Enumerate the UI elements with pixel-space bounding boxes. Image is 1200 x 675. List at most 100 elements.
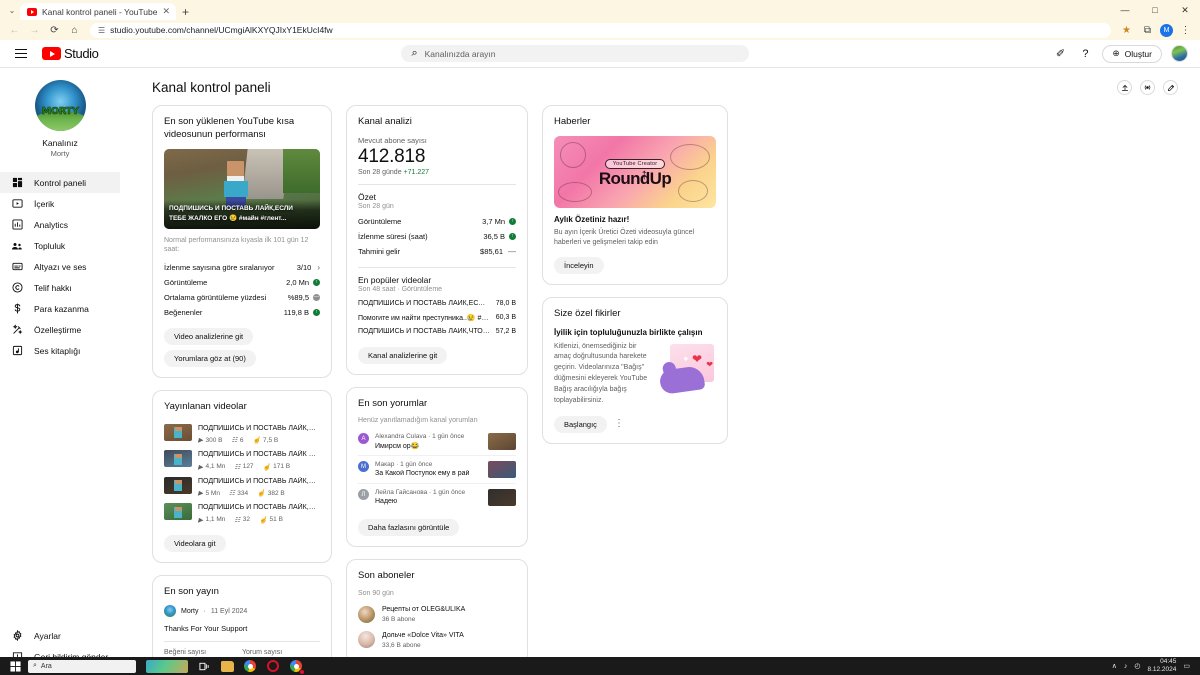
create-post-icon[interactable]: [1163, 80, 1178, 95]
search-input[interactable]: ⌕ Kanalınızda arayın: [401, 45, 750, 62]
reload-icon[interactable]: ⟳: [46, 22, 63, 39]
chrome-studio-icon[interactable]: [287, 659, 305, 675]
news-card: Haberler YouTube Creator RoundUp ↑ Aylık…: [542, 105, 728, 285]
video-views: ▶ 300 B: [198, 436, 223, 445]
comment-video-thumbnail[interactable]: [488, 433, 516, 451]
subscriber-label: Mevcut abone sayısı: [358, 135, 427, 145]
post-likes-label: Beğeni sayısı: [164, 649, 207, 657]
browser-tab[interactable]: Kanal kontrol paneli - YouTube ✕: [20, 3, 177, 20]
perf-stat-row[interactable]: İzlenme sayısına göre sıralanıyor 3/10 ›: [164, 260, 320, 275]
comment-video-thumbnail[interactable]: [488, 489, 516, 507]
sidebar-item-content[interactable]: İçerik: [0, 193, 120, 214]
back-icon[interactable]: ←: [6, 22, 23, 39]
go-live-icon[interactable]: [1140, 80, 1155, 95]
dashboard-icon: [10, 176, 24, 190]
volume-icon[interactable]: ♪: [1124, 663, 1128, 670]
comment-item[interactable]: M Макар · 1 gün önce За Какой Поступок е…: [358, 455, 516, 483]
top-video-row[interactable]: Помогите им найти преступника..😢 #майнкр…: [358, 311, 516, 325]
forward-icon[interactable]: →: [26, 22, 43, 39]
delta-value: +71.227: [403, 168, 430, 176]
sidebar-item-analytics[interactable]: Analytics: [0, 214, 120, 235]
sidebar-item-customization[interactable]: Özelleştirme: [0, 319, 120, 340]
sidebar-item-dashboard[interactable]: Kontrol paneli: [0, 172, 120, 193]
start-button[interactable]: [4, 657, 26, 675]
minimize-button[interactable]: —: [1110, 0, 1140, 20]
sidebar-item-community[interactable]: Topluluk: [0, 235, 120, 256]
subscriber-name: Рецепты от OLEG&ULIKA: [382, 606, 466, 614]
summary-label: Tahmini gelir: [358, 246, 401, 256]
sidebar-item-subtitles[interactable]: Altyazı ve ses: [0, 256, 120, 277]
short-video-thumbnail[interactable]: ПОДПИШИСЬ И ПОСТАВЬ ЛАЙК,ЕСЛИ ТЕБЕ ЖАЛКО…: [164, 148, 320, 229]
create-button[interactable]: ⊕ Oluştur: [1102, 44, 1162, 63]
review-comments-button[interactable]: Yorumlara göz at (90): [164, 349, 256, 367]
close-window-button[interactable]: ✕: [1170, 0, 1200, 20]
go-to-videos-button[interactable]: Videolara git: [164, 534, 226, 552]
network-icon[interactable]: ◴: [1134, 662, 1140, 670]
file-explorer-icon[interactable]: [220, 659, 234, 673]
video-title: ПОДПИШИСЬ И ПОСТАВЬ ЛАЙК,ЧТОБЫ ПО...: [198, 424, 320, 432]
channel-block: MORTY Kanalınız Morty: [0, 78, 120, 172]
go-to-channel-analytics-button[interactable]: Kanal analizlerine git: [358, 346, 448, 364]
hamburger-menu-icon[interactable]: [12, 46, 30, 61]
task-view-icon[interactable]: [197, 659, 211, 673]
account-avatar[interactable]: [1171, 45, 1188, 62]
address-bar[interactable]: ☰ studio.youtube.com/channel/UCmgiAlKXYQ…: [90, 22, 1111, 38]
taskbar-search-input[interactable]: ⌕ Ara: [28, 659, 136, 673]
news-banner-image[interactable]: YouTube Creator RoundUp ↑: [554, 135, 716, 208]
home-icon[interactable]: ⌂: [66, 22, 83, 39]
video-list-item[interactable]: ПОДПИШИСЬ И ПОСТАВЬ ЛАЙК,ЧТОБЫ ПО... ▶30…: [164, 421, 320, 448]
news-review-button[interactable]: İnceleyin: [554, 256, 604, 274]
browser-profile-avatar[interactable]: M: [1160, 23, 1173, 37]
widgets-weather-icon[interactable]: [146, 659, 188, 673]
tab-list-icon[interactable]: ⌄: [4, 2, 20, 18]
get-started-button[interactable]: Başlangıç: [554, 415, 607, 433]
video-list-item[interactable]: ПОДПИШИСЬ И ПОСТАВЬ ЛАЙК,ЧТОБЫ СП... ▶5 …: [164, 474, 320, 501]
video-list-item[interactable]: ПОДПИШИСЬ И ПОСТАВЬ ЛАЙК,ЧТОБЫ ПО... ▶1,…: [164, 500, 320, 527]
video-views: ▶ 5 Mn: [198, 489, 220, 498]
close-tab-icon[interactable]: ✕: [162, 7, 170, 16]
upload-video-icon[interactable]: [1117, 80, 1132, 95]
comment-main: Alexandra Culava · 1 gün önce Имирсм ор😂: [375, 433, 482, 450]
view-more-comments-button[interactable]: Daha fazlasını görüntüle: [358, 519, 460, 537]
subscriber-item[interactable]: Дольче «Dolce Vita» VITA 33,6 B abone: [358, 627, 516, 653]
sidebar-item-settings[interactable]: Ayarlar: [0, 625, 120, 646]
comment-item[interactable]: Л Лейла Гайсанова · 1 gün önce Надею: [358, 483, 516, 511]
site-info-icon[interactable]: ☰: [98, 26, 105, 35]
video-list-item[interactable]: ПОДПИШИСЬ И ПОСТАВЬ ЛАЙК ЧТОБЫ ПО... ▶4,…: [164, 447, 320, 474]
maximize-button[interactable]: □: [1140, 0, 1170, 20]
clock[interactable]: 04:45 8.12.2024: [1147, 658, 1176, 674]
more-options-icon[interactable]: ⋮: [614, 419, 624, 429]
bookmark-star-icon[interactable]: ★: [1118, 22, 1135, 39]
comment-meta: Макар · 1 gün önce: [375, 461, 482, 468]
send-feedback-icon[interactable]: ✐: [1052, 46, 1068, 62]
short-performance-title: En son yüklenen YouTube kısa videosunun …: [164, 116, 295, 140]
sidebar-item-monetization[interactable]: Para kazanma: [0, 298, 120, 319]
chrome-icon[interactable]: [241, 659, 259, 675]
browser-menu-icon[interactable]: ⋮: [1177, 22, 1194, 39]
comment-item[interactable]: A Alexandra Culava · 1 gün önce Имирсм о…: [358, 428, 516, 455]
customization-icon: [10, 323, 24, 337]
subscriber-item[interactable]: Рецепты от OLEG&ULIKA 36 B abone: [358, 601, 516, 627]
opera-icon[interactable]: [266, 659, 280, 673]
tray-expand-icon[interactable]: ∧: [1112, 662, 1117, 670]
perf-stat-row: Ortalama görüntüleme yüzdesi %89,5 —: [164, 290, 320, 305]
perf-stat-row: Görüntüleme 2,0 Mn ↑: [164, 275, 320, 290]
sidebar-item-copyright[interactable]: Telif hakkı: [0, 277, 120, 298]
perf-stat-value: %89,5: [287, 292, 309, 302]
video-likes: ☝ 382 B: [257, 489, 285, 498]
channel-analytics-actions: Kanal analizlerine git: [358, 346, 516, 364]
summary-title: Özet: [358, 191, 376, 202]
extensions-icon[interactable]: ⧉: [1139, 22, 1156, 39]
sidebar-item-audio-library[interactable]: Ses kitaplığı: [0, 340, 120, 361]
top-video-row[interactable]: ПОДПИШИСЬ И ПОСТАВЬ ЛАЙК,ЕСЛИ ТЕБЕ Ж... …: [358, 297, 516, 311]
notification-center-icon[interactable]: ▭: [1183, 662, 1190, 670]
studio-logo[interactable]: Studio: [42, 46, 99, 61]
browser-toolbar: ← → ⟳ ⌂ ☰ studio.youtube.com/channel/UCm…: [0, 20, 1200, 40]
channel-avatar[interactable]: MORTY: [34, 80, 86, 131]
comment-video-thumbnail[interactable]: [488, 461, 516, 479]
new-tab-button[interactable]: +: [182, 6, 189, 18]
go-to-video-analytics-button[interactable]: Video analizlerine git: [164, 327, 254, 345]
top-video-row[interactable]: ПОДПИШИСЬ И ПОСТАВЬ ЛАЙК,ЧТОБЫ СПАСТ... …: [358, 325, 516, 339]
help-icon[interactable]: ?: [1077, 46, 1093, 62]
